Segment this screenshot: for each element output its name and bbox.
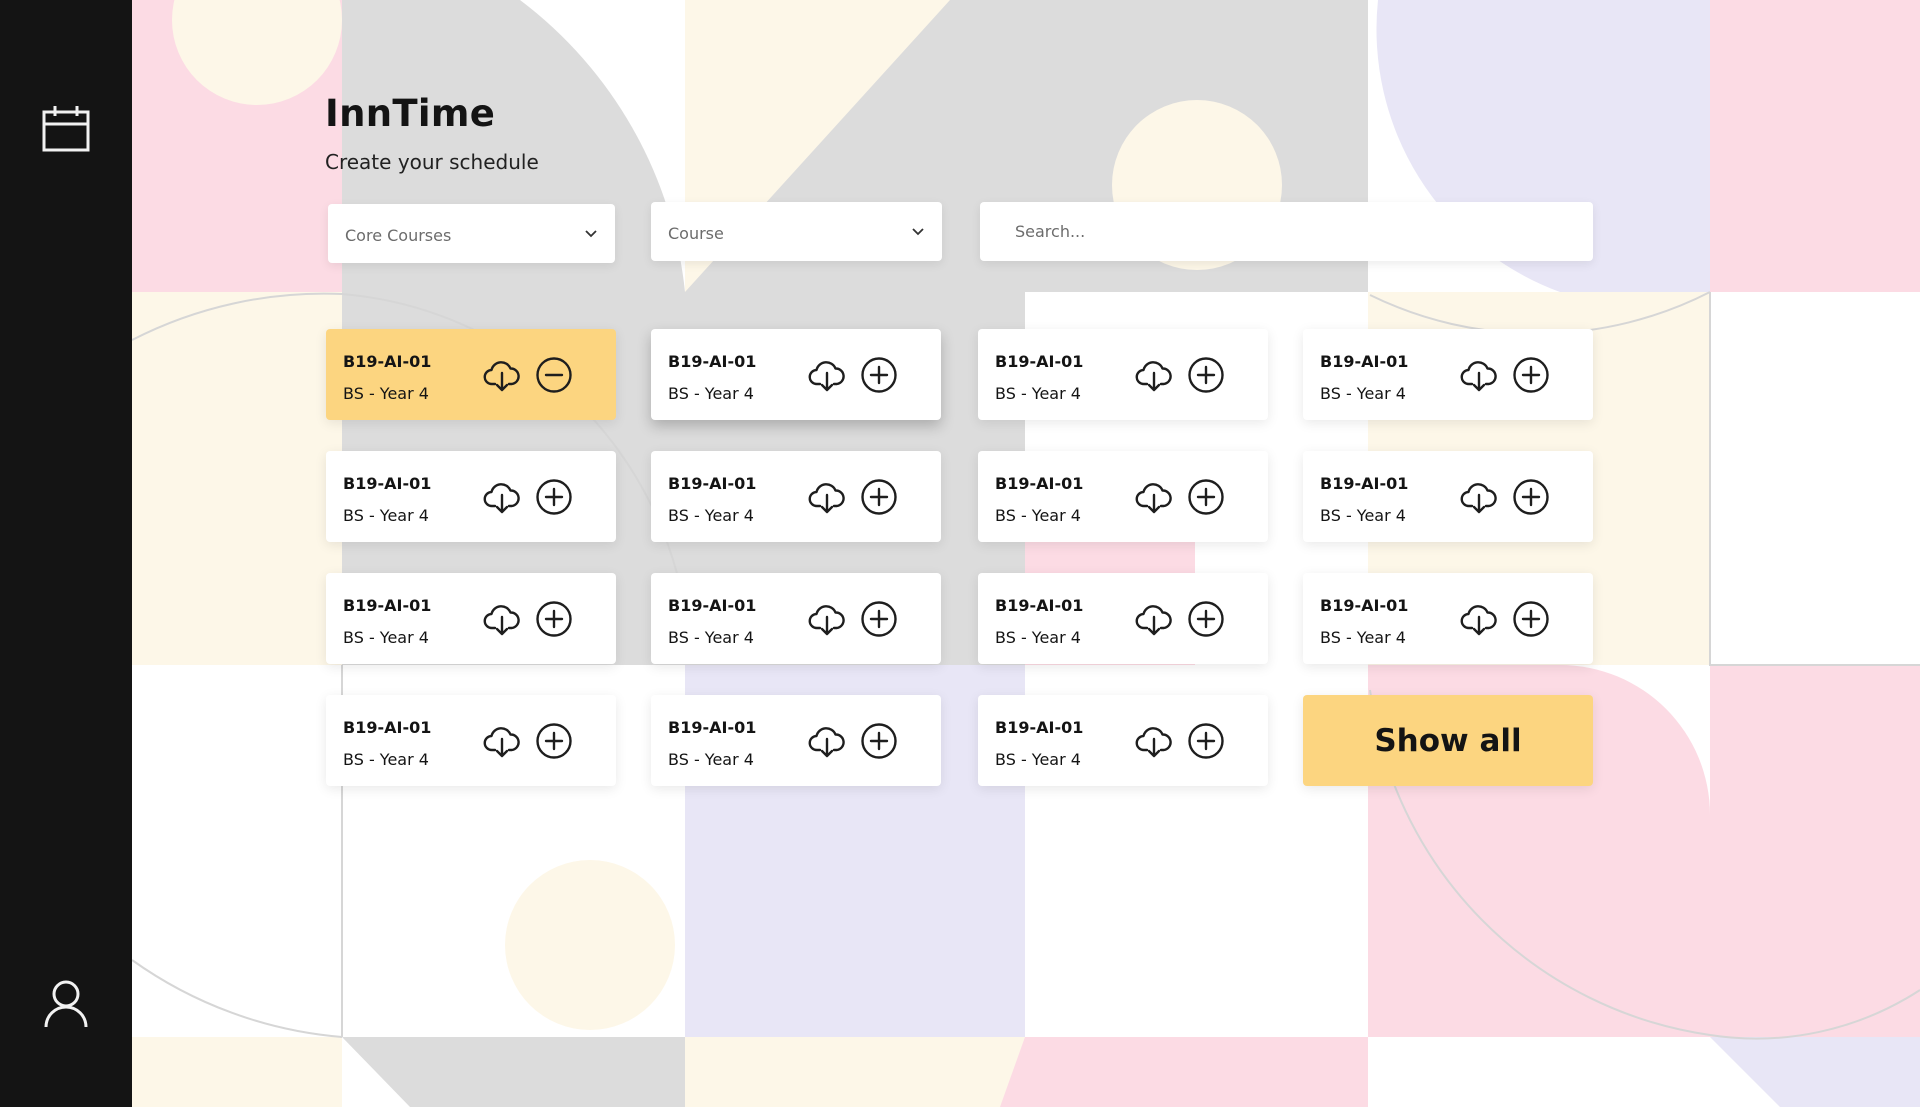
- course-code: B19-AI-01: [995, 596, 1084, 615]
- course-group: BS - Year 4: [995, 506, 1081, 525]
- app-title: InnTime: [325, 92, 496, 135]
- page-subtitle: Create your schedule: [325, 150, 539, 174]
- cloud-download-icon[interactable]: [1134, 721, 1174, 761]
- plus-circle-icon[interactable]: [860, 722, 898, 760]
- course-group: BS - Year 4: [668, 628, 754, 647]
- course-code: B19-AI-01: [1320, 596, 1409, 615]
- course-card[interactable]: B19-AI-01 BS - Year 4: [651, 573, 941, 664]
- cloud-download-icon[interactable]: [807, 721, 847, 761]
- course-group: BS - Year 4: [343, 506, 429, 525]
- plus-circle-icon[interactable]: [1512, 600, 1550, 638]
- cloud-download-icon[interactable]: [807, 599, 847, 639]
- course-card[interactable]: B19-AI-01 BS - Year 4: [1303, 451, 1593, 542]
- course-code: B19-AI-01: [668, 596, 757, 615]
- cloud-download-icon[interactable]: [1134, 599, 1174, 639]
- course-code: B19-AI-01: [668, 352, 757, 371]
- course-card[interactable]: B19-AI-01 BS - Year 4: [326, 451, 616, 542]
- cloud-download-icon[interactable]: [1134, 355, 1174, 395]
- category-dropdown-value: Core Courses: [345, 226, 452, 245]
- course-code: B19-AI-01: [995, 474, 1084, 493]
- course-code: B19-AI-01: [995, 352, 1084, 371]
- course-code: B19-AI-01: [668, 474, 757, 493]
- course-group: BS - Year 4: [1320, 506, 1406, 525]
- cloud-download-icon[interactable]: [807, 355, 847, 395]
- course-group: BS - Year 4: [995, 384, 1081, 403]
- course-card[interactable]: B19-AI-01 BS - Year 4: [1303, 573, 1593, 664]
- course-code: B19-AI-01: [343, 352, 432, 371]
- course-card[interactable]: B19-AI-01 BS - Year 4: [978, 329, 1268, 420]
- course-card[interactable]: B19-AI-01 BS - Year 4: [978, 695, 1268, 786]
- plus-circle-icon[interactable]: [535, 600, 573, 638]
- course-code: B19-AI-01: [1320, 352, 1409, 371]
- course-code: B19-AI-01: [1320, 474, 1409, 493]
- plus-circle-icon[interactable]: [1512, 356, 1550, 394]
- course-group: BS - Year 4: [1320, 628, 1406, 647]
- course-group: BS - Year 4: [668, 506, 754, 525]
- course-card[interactable]: B19-AI-01 BS - Year 4: [978, 573, 1268, 664]
- plus-circle-icon[interactable]: [1187, 356, 1225, 394]
- category-dropdown[interactable]: Core Courses: [328, 204, 615, 263]
- course-code: B19-AI-01: [343, 596, 432, 615]
- search-input[interactable]: [980, 202, 1593, 261]
- cloud-download-icon[interactable]: [482, 355, 522, 395]
- plus-circle-icon[interactable]: [1187, 722, 1225, 760]
- plus-circle-icon[interactable]: [1512, 478, 1550, 516]
- cloud-download-icon[interactable]: [482, 477, 522, 517]
- cloud-download-icon[interactable]: [1134, 477, 1174, 517]
- course-code: B19-AI-01: [343, 474, 432, 493]
- course-code: B19-AI-01: [668, 718, 757, 737]
- course-card[interactable]: B19-AI-01 BS - Year 4: [326, 695, 616, 786]
- course-card[interactable]: B19-AI-01 BS - Year 4: [978, 451, 1268, 542]
- plus-circle-icon[interactable]: [535, 722, 573, 760]
- course-card[interactable]: B19-AI-01 BS - Year 4: [651, 451, 941, 542]
- course-group: BS - Year 4: [668, 750, 754, 769]
- plus-circle-icon[interactable]: [535, 478, 573, 516]
- course-group: BS - Year 4: [995, 750, 1081, 769]
- course-card[interactable]: B19-AI-01 BS - Year 4: [326, 573, 616, 664]
- course-group: BS - Year 4: [995, 628, 1081, 647]
- course-card[interactable]: B19-AI-01 BS - Year 4: [651, 329, 941, 420]
- show-all-button[interactable]: Show all: [1303, 695, 1593, 786]
- course-card[interactable]: B19-AI-01 BS - Year 4: [326, 329, 616, 420]
- course-card[interactable]: B19-AI-01 BS - Year 4: [1303, 329, 1593, 420]
- plus-circle-icon[interactable]: [860, 478, 898, 516]
- plus-circle-icon[interactable]: [1187, 600, 1225, 638]
- cloud-download-icon[interactable]: [482, 721, 522, 761]
- cloud-download-icon[interactable]: [807, 477, 847, 517]
- chevron-down-icon: [585, 230, 597, 238]
- calendar-icon[interactable]: [38, 102, 94, 158]
- chevron-down-icon: [912, 228, 924, 236]
- sidebar: [0, 0, 132, 1107]
- course-group: BS - Year 4: [343, 384, 429, 403]
- course-dropdown[interactable]: Course: [651, 202, 942, 261]
- main-content: InnTime Create your schedule Core Course…: [0, 0, 1920, 1107]
- plus-circle-icon[interactable]: [860, 356, 898, 394]
- plus-circle-icon[interactable]: [860, 600, 898, 638]
- plus-circle-icon[interactable]: [1187, 478, 1225, 516]
- cloud-download-icon[interactable]: [1459, 477, 1499, 517]
- course-group: BS - Year 4: [1320, 384, 1406, 403]
- cloud-download-icon[interactable]: [1459, 355, 1499, 395]
- course-group: BS - Year 4: [668, 384, 754, 403]
- course-card[interactable]: B19-AI-01 BS - Year 4: [651, 695, 941, 786]
- cloud-download-icon[interactable]: [1459, 599, 1499, 639]
- course-dropdown-value: Course: [668, 224, 724, 243]
- minus-circle-icon[interactable]: [535, 356, 573, 394]
- user-icon[interactable]: [38, 976, 94, 1032]
- course-group: BS - Year 4: [343, 750, 429, 769]
- course-code: B19-AI-01: [343, 718, 432, 737]
- course-code: B19-AI-01: [995, 718, 1084, 737]
- cloud-download-icon[interactable]: [482, 599, 522, 639]
- course-group: BS - Year 4: [343, 628, 429, 647]
